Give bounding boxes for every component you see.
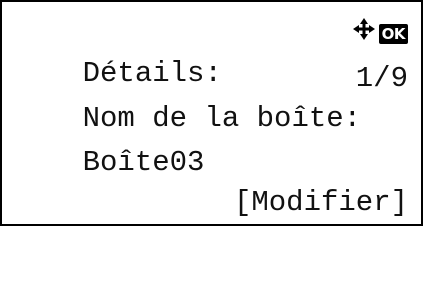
title-row: Détails: OK (13, 14, 408, 90)
field-value: Boîte03 (82, 146, 205, 179)
page-indicator: 1/9 (355, 62, 408, 95)
value-row: Boîte03 (13, 103, 408, 179)
field-row: Nom de la boîte: 1/9 (13, 59, 408, 135)
ok-key-icon: OK (378, 24, 408, 44)
nav-ok-hint: OK (212, 18, 408, 46)
lcd-screen: Détails: OK Nom de la boîte: 1/9 Boîte03… (0, 0, 423, 226)
modify-softkey[interactable]: [Modifier] (234, 186, 408, 220)
softkey-row: [Modifier] (13, 186, 408, 220)
